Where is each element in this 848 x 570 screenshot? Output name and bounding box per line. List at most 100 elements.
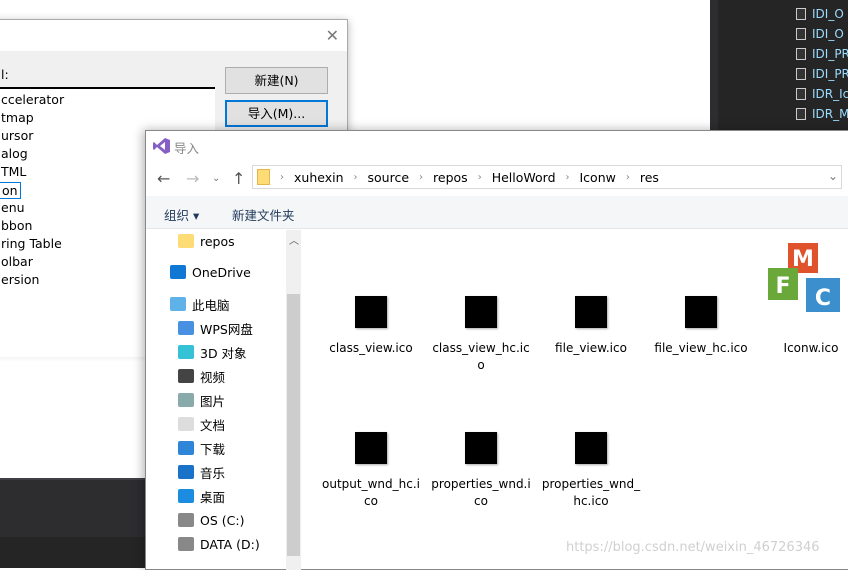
file-name: properties_wnd_hc.ico (541, 477, 641, 508)
nav-item-label: OS (C:) (200, 512, 245, 528)
address-dropdown-icon[interactable]: ⌄ (828, 169, 838, 183)
resource-item[interactable]: IDI_PR (796, 65, 848, 83)
close-icon[interactable]: ✕ (326, 26, 339, 45)
file-item[interactable]: properties_wnd_hc.ico (541, 432, 641, 510)
nav-item[interactable]: DATA (D:) (178, 534, 260, 554)
resource-label: IDR_Ic (812, 87, 848, 101)
resource-type-item[interactable]: ccelerator (1, 92, 64, 107)
file-item[interactable]: class_view_hc.ico (431, 296, 531, 374)
resource-item[interactable]: IDR_M (796, 105, 848, 123)
file-name: properties_wnd.ico (431, 477, 531, 508)
file-item[interactable]: M F C Iconw.ico (761, 238, 848, 357)
resource-label: IDI_O (812, 27, 844, 41)
nav-item[interactable]: 3D 对象 (178, 342, 247, 362)
breadcrumb-item[interactable]: HelloWord (492, 170, 556, 185)
resource-type-item[interactable]: bbon (1, 218, 32, 233)
cloud-icon (170, 265, 186, 279)
nav-item-label: 视频 (200, 369, 226, 385)
nav-item[interactable]: 下载 (178, 438, 225, 458)
nav-item[interactable]: repos (178, 231, 235, 251)
nav-item[interactable]: OS (C:) (178, 510, 244, 530)
chevron-right-icon[interactable]: › (419, 172, 423, 183)
mfc-icon: MF C (766, 238, 848, 328)
nav-item[interactable]: 视频 (178, 366, 225, 386)
folder-icon (257, 169, 270, 185)
new-folder-button[interactable]: 新建文件夹 (232, 205, 295, 224)
resource-type-item[interactable]: ring Table (1, 236, 62, 251)
nav-item-label: 桌面 (200, 489, 226, 505)
chevron-right-icon[interactable]: › (354, 172, 358, 183)
svg-text:F: F (775, 274, 790, 299)
video-icon (178, 369, 194, 383)
nav-item[interactable]: 音乐 (178, 462, 225, 482)
file-item[interactable]: class_view.ico (321, 296, 421, 357)
resource-label: IDI_O (812, 7, 844, 21)
resource-item[interactable]: IDI_PR (796, 45, 848, 63)
resource-type-item[interactable]: enu (1, 200, 25, 215)
nav-item[interactable]: 文档 (178, 414, 225, 434)
nav-item[interactable]: OneDrive (170, 262, 251, 282)
up-button[interactable]: ↑ (232, 169, 245, 188)
resource-item[interactable]: IDR_Ic (796, 85, 848, 103)
nav-item[interactable]: 此电脑 (170, 294, 230, 314)
desktop-icon (178, 489, 194, 503)
chevron-right-icon[interactable]: › (478, 172, 482, 183)
resource-file-icon (796, 48, 806, 60)
resource-type-item[interactable]: alog (1, 146, 28, 161)
address-bar[interactable]: › xuhexin › source › repos › HelloWord › Iconw › re… (252, 165, 842, 189)
back-button[interactable]: ← (157, 169, 170, 188)
file-name: class_view_hc.ico (432, 341, 530, 372)
resource-type-item[interactable]: ersion (1, 272, 39, 287)
resource-label: IDI_PR (812, 67, 848, 81)
drive-icon (178, 513, 194, 527)
nav-scrollbar[interactable]: ︿ (286, 230, 301, 570)
nav-item[interactable]: WPS网盘 (178, 318, 253, 338)
breadcrumb-item[interactable]: res (640, 170, 659, 185)
music-icon (178, 465, 194, 479)
resource-file-icon (796, 28, 806, 40)
dialog-title: 导入 (174, 141, 200, 156)
breadcrumb-item[interactable]: repos (433, 170, 468, 185)
resource-file-icon (796, 108, 806, 120)
resource-type-item[interactable]: on (0, 182, 21, 199)
recent-dropdown[interactable]: ⌄ (212, 173, 220, 184)
resource-type-item[interactable]: ursor (1, 128, 33, 143)
nav-item[interactable]: 图片 (178, 390, 225, 410)
nav-item-label: OneDrive (192, 264, 251, 280)
new-button[interactable]: 新建(N) (225, 67, 328, 94)
file-name: file_view.ico (555, 341, 627, 355)
resource-label: IDI_PR (812, 47, 848, 61)
import-button[interactable]: 导入(M)... (225, 100, 328, 127)
document-icon (178, 417, 194, 431)
forward-button[interactable]: → (186, 169, 199, 188)
watermark: https://blog.csdn.net/weixin_46726346 (566, 540, 820, 555)
file-item[interactable]: file_view_hc.ico (651, 296, 751, 357)
resource-item[interactable]: IDI_O (796, 5, 844, 23)
chevron-right-icon[interactable]: › (280, 172, 284, 183)
resource-type-item[interactable]: tmap (1, 110, 34, 125)
file-item[interactable]: properties_wnd.ico (431, 432, 531, 510)
chevron-right-icon[interactable]: › (566, 172, 570, 183)
resource-type-label: l: (1, 67, 9, 82)
organize-button[interactable]: 组织 ▾ (164, 205, 199, 224)
icon-file-thumbnail (465, 432, 497, 464)
resource-item[interactable]: IDI_O (796, 25, 844, 43)
nav-item-label: repos (200, 233, 235, 249)
file-item[interactable]: output_wnd_hc.ico (321, 432, 421, 510)
file-item[interactable]: file_view.ico (541, 296, 641, 357)
chevron-right-icon[interactable]: › (626, 172, 630, 183)
file-name: file_view_hc.ico (654, 341, 748, 355)
resource-file-icon (796, 68, 806, 80)
icon-file-thumbnail (465, 296, 497, 328)
cube-icon (178, 345, 194, 359)
breadcrumb-item[interactable]: Iconw (580, 170, 616, 185)
icon-file-thumbnail (355, 432, 387, 464)
nav-item[interactable]: 桌面 (178, 486, 225, 506)
resource-file-icon (796, 8, 806, 20)
nav-item-label: 此电脑 (192, 297, 230, 313)
file-name: Iconw.ico (783, 341, 839, 355)
resource-type-item[interactable]: TML (1, 164, 26, 179)
breadcrumb-item[interactable]: source (368, 170, 410, 185)
breadcrumb-item[interactable]: xuhexin (294, 170, 344, 185)
resource-type-item[interactable]: olbar (1, 254, 33, 269)
